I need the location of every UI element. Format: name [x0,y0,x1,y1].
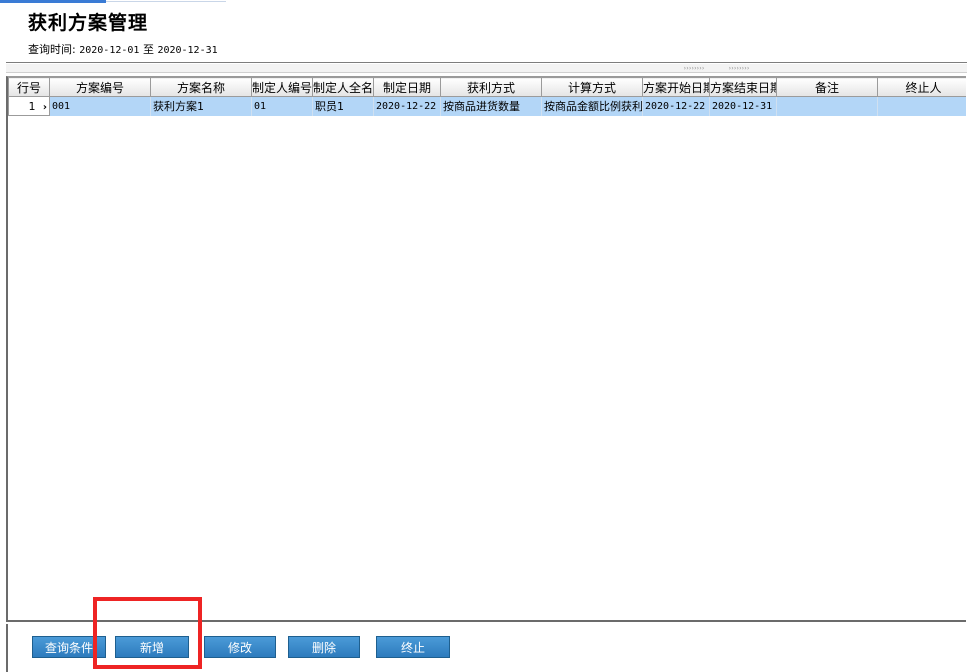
date-from: 2020-12-01 [79,45,140,56]
cell-start-date[interactable]: 2020-12-22 [642,96,710,116]
delete-button[interactable]: 删除 [288,636,360,658]
terminate-button[interactable]: 终止 [376,636,450,658]
column-header-made-date[interactable]: 制定日期 [373,77,441,97]
add-button[interactable]: 新增 [115,636,189,658]
cell-made-date[interactable]: 2020-12-22 [373,96,441,116]
cell-end-date[interactable]: 2020-12-31 [709,96,777,116]
column-header-maker-no[interactable]: 制定人编号 [251,77,313,97]
query-label: 查询时间: [28,43,76,56]
splitter-bar[interactable]: ›››››››› ›››››››› [6,64,967,73]
column-header-remark[interactable]: 备注 [776,77,878,97]
edit-button[interactable]: 修改 [204,636,276,658]
column-header-scheme-no[interactable]: 方案编号 [49,77,151,97]
action-bar: 查询条件 新增 修改 删除 终止 [6,624,967,672]
current-row-marker-icon: › [42,101,47,113]
tab-strip [0,0,967,3]
column-header-terminator[interactable]: 终止人 [877,77,966,97]
column-header-start-date[interactable]: 方案开始日期 [642,77,710,97]
query-conditions-button[interactable]: 查询条件 [32,636,106,658]
column-header-maker-name[interactable]: 制定人全名 [312,77,374,97]
cell-scheme-name[interactable]: 获利方案1 [150,96,252,116]
query-range: 查询时间: 2020-12-01 至 2020-12-31 [28,41,218,57]
data-grid[interactable]: 行号 方案编号 方案名称 制定人编号 制定人全名 制定日期 获利方式 计算方式 … [6,76,966,622]
active-tab-indicator[interactable] [0,0,106,3]
grid-header-row: 行号 方案编号 方案名称 制定人编号 制定人全名 制定日期 获利方式 计算方式 … [8,77,966,97]
tab-line [106,1,226,2]
row-number: 1 [28,99,36,113]
column-header-profit-mode[interactable]: 获利方式 [440,77,542,97]
column-header-row-no[interactable]: 行号 [8,77,50,97]
cell-scheme-no[interactable]: 001 [49,96,151,116]
separator [6,62,967,63]
cell-calc-mode[interactable]: 按商品金额比例获利 [541,96,643,116]
column-header-calc-mode[interactable]: 计算方式 [541,77,643,97]
date-separator: 至 [142,43,154,56]
splitter-grip-left[interactable]: ›››››››› [683,65,705,72]
date-to: 2020-12-31 [157,45,218,56]
table-row[interactable]: 1 › 001 获利方案1 01 职员1 2020-12-22 按商品进货数量 … [8,96,966,116]
cell-profit-mode[interactable]: 按商品进货数量 [440,96,542,116]
page-title: 获利方案管理 [28,12,149,34]
cell-maker-name[interactable]: 职员1 [312,96,374,116]
row-number-cell[interactable]: 1 › [8,96,50,116]
splitter-grip-right[interactable]: ›››››››› [728,65,750,72]
column-header-end-date[interactable]: 方案结束日期 [709,77,777,97]
cell-terminator[interactable] [877,96,966,116]
cell-maker-no[interactable]: 01 [251,96,313,116]
cell-remark[interactable] [776,96,878,116]
column-header-scheme-name[interactable]: 方案名称 [150,77,252,97]
